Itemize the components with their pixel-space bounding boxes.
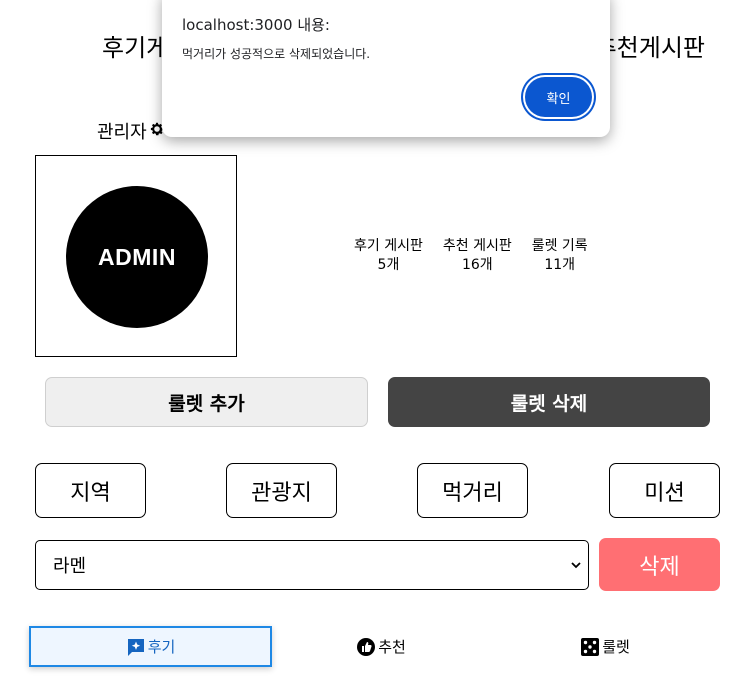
page: 후기게 추천게시판 관리자 ADMIN 후기 게시판 5개 추천 게시판 16개… bbox=[0, 0, 739, 682]
dialog-title: localhost:3000 내용: bbox=[182, 16, 330, 34]
tab-review[interactable]: 후기 bbox=[29, 626, 272, 667]
alert-dialog: localhost:3000 내용: 먹거리가 성공적으로 삭제되었습니다. 확… bbox=[162, 0, 610, 137]
tab-label: 후기 bbox=[147, 638, 176, 656]
stat-value: 11개 bbox=[544, 257, 576, 273]
chevron-down-icon bbox=[571, 562, 581, 569]
stat-value: 16개 bbox=[461, 257, 493, 273]
admin-label-text: 관리자 bbox=[97, 122, 147, 143]
dialog-message: 먹거리가 성공적으로 삭제되었습니다. bbox=[182, 47, 371, 61]
stat-label: 추천 게시판 bbox=[442, 238, 512, 254]
stats: 후기 게시판 5개 추천 게시판 16개 룰렛 기록 11개 bbox=[354, 237, 588, 275]
dialog-ok-button[interactable]: 확인 bbox=[525, 77, 592, 117]
nav-link-recommend-board[interactable]: 추천게시판 bbox=[595, 28, 705, 63]
category-button-mission[interactable]: 미션 bbox=[609, 463, 720, 518]
category-button-region[interactable]: 지역 bbox=[35, 463, 146, 518]
avatar-text: ADMIN bbox=[98, 243, 176, 270]
item-select-value: 라멘 bbox=[53, 556, 87, 577]
stat-recommend-board: 추천 게시판 16개 bbox=[443, 237, 512, 275]
avatar: ADMIN bbox=[66, 186, 208, 328]
admin-title: 관리자 bbox=[97, 118, 165, 144]
tab-label: 추천 bbox=[378, 638, 406, 656]
delete-item-button[interactable]: 삭제 bbox=[599, 538, 720, 591]
stat-value: 5개 bbox=[377, 257, 400, 273]
delete-roulette-button[interactable]: 룰렛 삭제 bbox=[388, 377, 710, 427]
tab-label: 룰렛 bbox=[602, 638, 630, 656]
stat-label: 후기 게시판 bbox=[354, 238, 423, 254]
add-roulette-button[interactable]: 룰렛 추가 bbox=[45, 377, 368, 427]
profile-box: ADMIN bbox=[35, 155, 237, 357]
chat-sparkle-icon bbox=[127, 638, 144, 656]
tab-roulette[interactable]: 룰렛 bbox=[520, 626, 690, 667]
category-button-food[interactable]: 먹거리 bbox=[417, 463, 528, 518]
thumb-up-icon bbox=[357, 637, 376, 656]
stat-review-board: 후기 게시판 5개 bbox=[354, 237, 423, 275]
stat-label: 룰렛 기록 bbox=[531, 238, 588, 254]
tab-recommend[interactable]: 추천 bbox=[296, 626, 466, 667]
dice-icon bbox=[581, 637, 600, 656]
item-select[interactable]: 라멘 bbox=[35, 540, 589, 590]
stat-roulette-records: 룰렛 기록 11개 bbox=[532, 237, 588, 275]
category-button-attraction[interactable]: 관광지 bbox=[226, 463, 337, 518]
nav-link-review-board[interactable]: 후기게 bbox=[102, 28, 168, 63]
